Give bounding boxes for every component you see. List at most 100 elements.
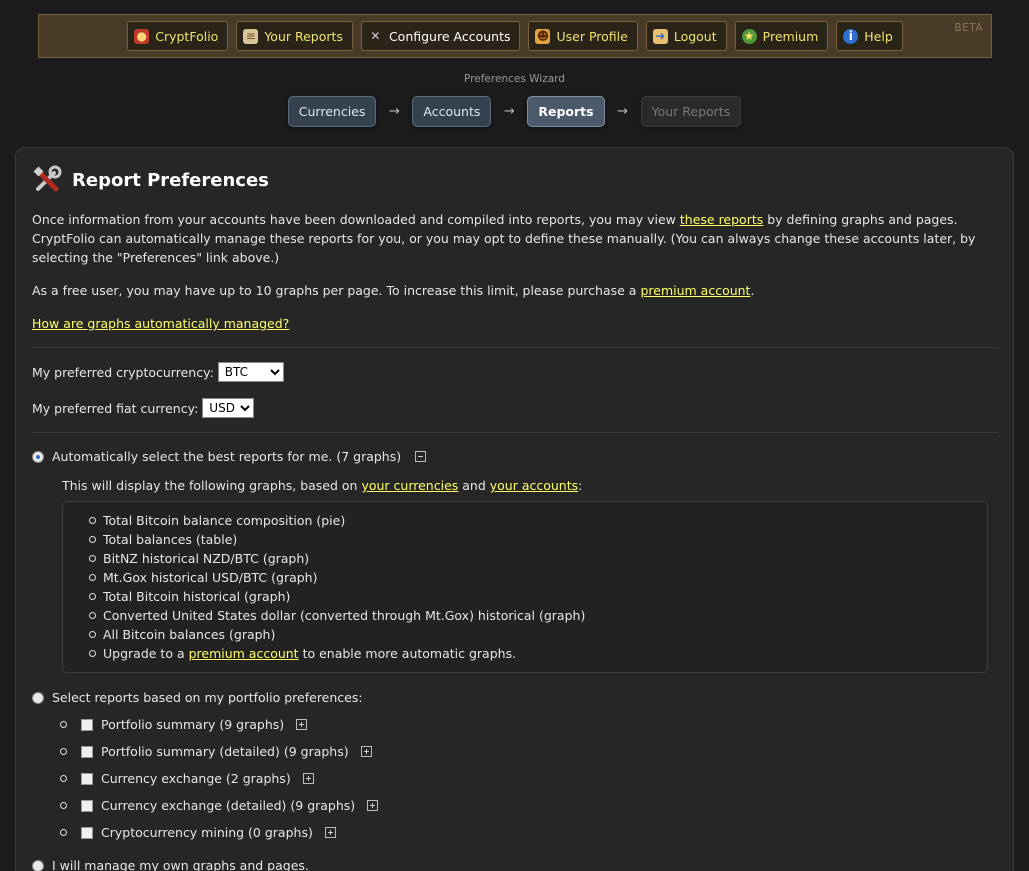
fiat-select[interactable]: USD: [202, 398, 255, 418]
bullet-icon: [60, 829, 67, 836]
auto-desc-part: This will display the following graphs, …: [62, 478, 362, 493]
premium-account-link[interactable]: premium account: [640, 283, 750, 298]
tools-icon: [32, 165, 62, 195]
beta-label: BETA: [954, 22, 983, 34]
crypto-pref-label: My preferred cryptocurrency:: [32, 364, 214, 380]
expand-icon[interactable]: [302, 773, 314, 784]
panel-content: Once information from your accounts have…: [32, 210, 998, 871]
expand-icon[interactable]: [367, 800, 379, 811]
list-item: Mt.Gox historical USD/BTC (graph): [89, 568, 987, 587]
portfolio-option-label: Select reports based on my portfolio pre…: [52, 690, 363, 705]
auto-desc-part: and: [458, 478, 490, 493]
page-title: Report Preferences: [72, 169, 269, 191]
collapse-icon[interactable]: [415, 451, 427, 462]
bullet-icon: [60, 802, 67, 809]
wizard-step-currencies[interactable]: Currencies: [287, 96, 377, 127]
list-item: Total Bitcoin historical (graph): [89, 587, 987, 606]
star-icon: ★: [741, 28, 757, 44]
portfolio-checkbox[interactable]: [81, 718, 93, 731]
upgrade-premium-link[interactable]: premium account: [189, 646, 299, 661]
auto-graph-list: Total Bitcoin balance composition (pie) …: [62, 501, 988, 673]
intro-text: Once information from your accounts have…: [32, 210, 998, 267]
tools-icon: ✕: [370, 29, 381, 43]
list-item: Total Bitcoin balance composition (pie): [89, 511, 987, 530]
auto-option-row: Automatically select the best reports fo…: [32, 447, 998, 466]
limit-text-part: As a free user, you may have up to 10 gr…: [32, 283, 641, 298]
info-icon: i: [843, 28, 859, 44]
expand-icon[interactable]: [324, 827, 336, 838]
auto-desc-part: :: [578, 478, 583, 493]
nav-your-reports[interactable]: ≡ Your Reports: [236, 21, 353, 51]
limit-text-part: .: [750, 283, 755, 298]
divider: [32, 347, 998, 348]
wizard-step-your-reports: Your Reports: [640, 96, 742, 127]
crypto-select[interactable]: BTC: [217, 362, 284, 382]
wizard-step-accounts[interactable]: Accounts: [412, 96, 492, 127]
upgrade-item: Upgrade to a premium account to enable m…: [89, 644, 987, 663]
logout-icon: ➜: [652, 28, 668, 44]
wizard-steps: Currencies → Accounts → Reports → Your R…: [0, 96, 1029, 127]
nav-label: Premium: [762, 28, 819, 44]
nav-logout[interactable]: ➜ Logout: [645, 21, 727, 51]
fiat-pref-label: My preferred fiat currency:: [32, 400, 199, 416]
wizard-title: Preferences Wizard: [464, 73, 565, 85]
portfolio-checkbox[interactable]: [81, 772, 93, 785]
portfolio-item: Currency exchange (detailed) (9 graphs): [60, 792, 998, 819]
nav-cryptfolio[interactable]: ● CryptFolio: [127, 21, 229, 51]
arrow-right-icon: →: [388, 104, 400, 119]
nav-premium[interactable]: ★ Premium: [734, 21, 829, 51]
nav-label: CryptFolio: [155, 28, 219, 44]
list-item: Converted United States dollar (converte…: [89, 606, 987, 625]
how-managed-link[interactable]: How are graphs automatically managed?: [32, 316, 289, 331]
manual-radio[interactable]: [32, 859, 44, 871]
arrow-right-icon: →: [617, 104, 629, 119]
upgrade-text-part: to enable more automatic graphs.: [298, 646, 517, 661]
arrow-right-icon: →: [503, 104, 515, 119]
nav-label: Help: [864, 28, 893, 44]
bullet-icon: [60, 748, 67, 755]
portfolio-item-label: Portfolio summary (9 graphs): [101, 717, 285, 732]
portfolio-item: Currency exchange (2 graphs): [60, 765, 998, 792]
auto-radio[interactable]: [32, 450, 44, 463]
upgrade-text-part: Upgrade to a: [103, 646, 189, 661]
expand-icon[interactable]: [360, 746, 372, 757]
coin-icon: ●: [134, 28, 150, 44]
report-preferences-panel: Report Preferences Once information from…: [15, 147, 1014, 871]
portfolio-radio[interactable]: [32, 691, 44, 704]
nav-configure-accounts[interactable]: ✕ Configure Accounts: [360, 21, 521, 51]
your-currencies-link[interactable]: your currencies: [361, 478, 458, 493]
nav-help[interactable]: i Help: [836, 21, 903, 51]
manual-option-row: I will manage my own graphs and pages.: [32, 856, 998, 871]
portfolio-item: Portfolio summary (9 graphs): [60, 711, 998, 738]
portfolio-item-label: Portfolio summary (detailed) (9 graphs): [101, 744, 349, 759]
portfolio-item: Cryptocurrency mining (0 graphs): [60, 819, 998, 846]
portfolio-option-row: Select reports based on my portfolio pre…: [32, 688, 998, 707]
manual-option-label: I will manage my own graphs and pages.: [52, 858, 309, 871]
auto-option-label: Automatically select the best reports fo…: [52, 449, 402, 464]
portfolio-checkbox[interactable]: [81, 745, 93, 758]
portfolio-item-label: Currency exchange (detailed) (9 graphs): [101, 798, 356, 813]
portfolio-checkbox[interactable]: [81, 799, 93, 812]
nav-label: User Profile: [556, 28, 628, 44]
nav-label: Configure Accounts: [388, 28, 511, 44]
nav-label: Your Reports: [264, 28, 343, 44]
list-item: BitNZ historical NZD/BTC (graph): [89, 549, 987, 568]
bullet-icon: [60, 721, 67, 728]
portfolio-checkbox[interactable]: [81, 826, 93, 839]
divider: [32, 432, 998, 433]
panel-heading: Report Preferences: [32, 165, 269, 195]
how-link-row: How are graphs automatically managed?: [32, 314, 998, 333]
nav-label: Logout: [673, 28, 717, 44]
your-accounts-link[interactable]: your accounts: [490, 478, 578, 493]
list-item: All Bitcoin balances (graph): [89, 625, 987, 644]
expand-icon[interactable]: [296, 719, 308, 730]
these-reports-link[interactable]: these reports: [680, 212, 763, 227]
nav-user-profile[interactable]: ☻ User Profile: [528, 21, 638, 51]
auto-description: This will display the following graphs, …: [62, 476, 998, 495]
wizard-step-reports[interactable]: Reports: [527, 96, 605, 127]
portfolio-item-label: Currency exchange (2 graphs): [101, 771, 291, 786]
fiat-pref-row: My preferred fiat currency: USD: [32, 398, 998, 418]
intro-text-part: Once information from your accounts have…: [32, 212, 680, 227]
document-icon: ≡: [243, 28, 259, 44]
list-item: Total balances (table): [89, 530, 987, 549]
